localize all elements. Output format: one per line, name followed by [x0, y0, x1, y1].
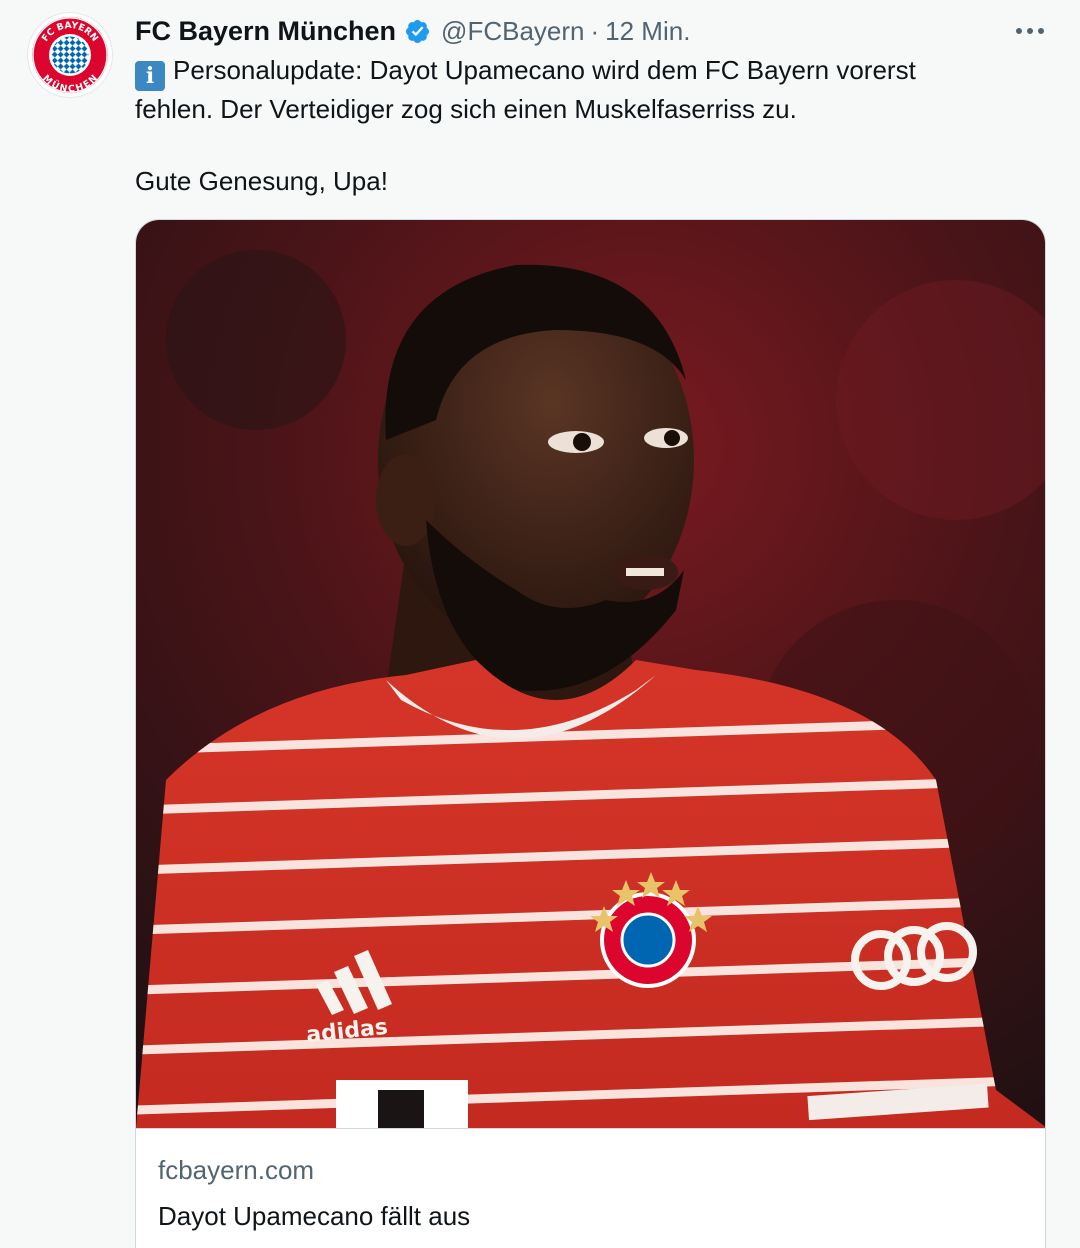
user-handle[interactable]: @FCBayern: [441, 16, 584, 47]
display-name[interactable]: FC Bayern München: [135, 16, 396, 47]
fc-bayern-crest-icon: FC BAYERN MÜNCHEN: [32, 17, 108, 95]
verified-badge-icon[interactable]: [404, 18, 431, 45]
info-icon: i: [135, 61, 165, 91]
card-footer[interactable]: fcbayern.com Dayot Upamecano fällt aus: [136, 1128, 1045, 1248]
more-options-icon[interactable]: [1012, 16, 1048, 46]
tweet-header: FC Bayern München @FCBayern · 12 Min.: [135, 14, 690, 48]
player-photo: adidas: [136, 220, 1045, 1128]
tweet-line-2: fehlen. Der Verteidiger zog sich einen M…: [135, 94, 797, 124]
card-title[interactable]: Dayot Upamecano fällt aus: [158, 1201, 470, 1232]
link-card[interactable]: adidas fcbayern.com Dayot Upamecano fäll…: [135, 219, 1046, 1248]
card-domain[interactable]: fcbayern.com: [158, 1155, 314, 1186]
tweet[interactable]: FC BAYERN MÜNCHEN FC Bayern München @FCB…: [0, 0, 1080, 1248]
tweet-text: i Personalupdate: Dayot Upamecano wird de…: [135, 52, 1035, 199]
separator-dot: ·: [590, 15, 600, 46]
tweet-line-3: Gute Genesung, Upa!: [135, 166, 388, 196]
card-image[interactable]: adidas: [136, 220, 1045, 1128]
timestamp[interactable]: 12 Min.: [605, 16, 690, 47]
tweet-line-1-text: Personalupdate: Dayot Upamecano wird dem…: [173, 55, 916, 85]
tweet-line-1: i Personalupdate: Dayot Upamecano wird de…: [135, 52, 1035, 91]
avatar[interactable]: FC BAYERN MÜNCHEN: [27, 12, 113, 98]
